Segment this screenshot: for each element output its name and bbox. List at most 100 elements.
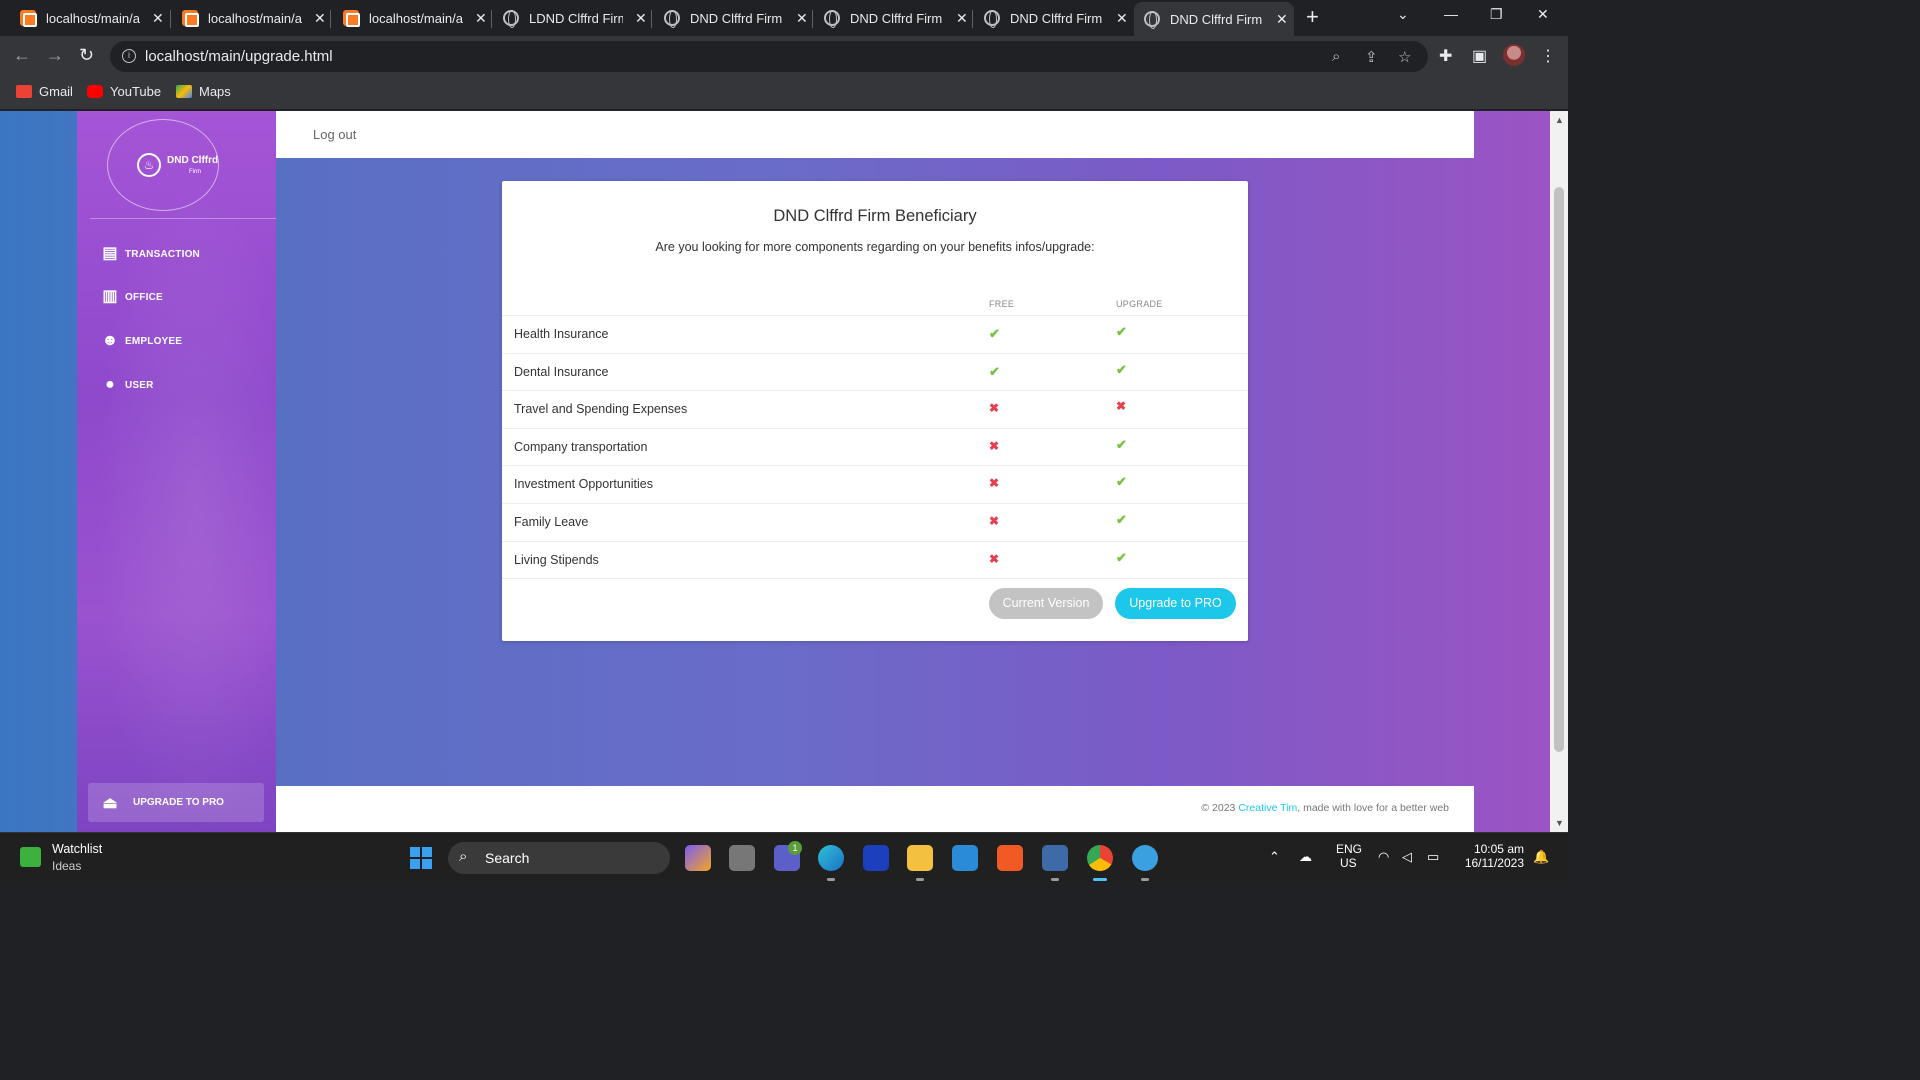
scroll-up-icon[interactable]: ▲ (1555, 115, 1564, 125)
close-icon[interactable]: ✕ (956, 10, 968, 27)
page-viewport: ♨ DND Clffrd Firm ▤ TRANSACTION ▥ OFFICE… (0, 111, 1550, 832)
url-text[interactable]: localhost/main/upgrade.html (145, 48, 333, 65)
features-table: Health Insurance ✔ ✔ Dental Insurance ✔ … (502, 315, 1248, 580)
tab-search-icon[interactable]: ⌄ (1397, 6, 1409, 23)
mysql-workbench-icon[interactable] (1042, 845, 1068, 881)
notification-bell-icon[interactable]: 🔔 (1533, 849, 1549, 865)
tab-title: DND Clffrd Firm (850, 10, 943, 26)
minimize-button[interactable]: — (1444, 6, 1458, 22)
restore-button[interactable]: ❐ (1490, 6, 1503, 23)
bookmark-star-icon[interactable]: ☆ (1398, 48, 1411, 66)
copilot-icon[interactable] (685, 845, 711, 871)
logo[interactable]: ♨ DND Clffrd Firm (107, 119, 219, 211)
vscode-icon[interactable] (952, 845, 978, 871)
new-tab-button[interactable]: + (1306, 6, 1319, 28)
browser-tab[interactable]: localhost/main/a ✕ (182, 2, 332, 34)
close-icon[interactable]: ✕ (314, 10, 326, 27)
extensions-icon[interactable]: ✚ (1439, 46, 1452, 66)
page-scrollbar[interactable]: ▲ ▼ (1550, 111, 1568, 832)
browser-tab[interactable]: localhost/main/a ✕ (343, 2, 493, 34)
browser-tab[interactable]: DND Clffrd Firm ✕ (664, 2, 814, 34)
sidebar-item-transaction[interactable]: ▤ TRANSACTION (101, 245, 200, 263)
wifi-icon[interactable]: ◠ (1378, 849, 1389, 865)
back-button[interactable]: ← (13, 45, 31, 66)
tab-divider (972, 10, 973, 28)
share-icon[interactable]: ⇪ (1365, 48, 1378, 66)
task-view-icon[interactable] (729, 845, 755, 871)
building-icon: ▥ (102, 288, 118, 305)
file-explorer-icon[interactable] (907, 845, 933, 881)
window-close-button[interactable]: ✕ (1537, 6, 1549, 23)
side-panel-icon[interactable]: ▣ (1472, 46, 1487, 66)
bookmark-youtube[interactable]: YouTube (87, 84, 161, 99)
browser-tab[interactable]: localhost/main/a ✕ (20, 2, 170, 34)
browser-tab[interactable]: DND Clffrd Firm ✕ (824, 2, 974, 34)
teams-icon[interactable]: 1 (774, 841, 802, 871)
launcher-icon[interactable] (863, 845, 889, 871)
close-icon[interactable]: ✕ (796, 10, 808, 27)
site-info-icon[interactable]: i (122, 49, 136, 63)
tab-title: localhost/main/a (208, 10, 302, 26)
check-icon: ✔ (989, 326, 1000, 341)
menu-icon[interactable]: ⋮ (1540, 46, 1556, 66)
upgrade-to-pro-button[interactable]: ⏏ UPGRADE TO PRO (88, 783, 264, 822)
edge-icon[interactable] (818, 845, 844, 881)
creative-tim-link[interactable]: Creative Tim (1238, 802, 1297, 814)
address-bar[interactable]: i localhost/main/upgrade.html ⌕ ⇪ ☆ (110, 41, 1428, 72)
reload-button[interactable]: ↻ (79, 45, 94, 66)
table-row: Dental Insurance ✔ ✔ (502, 352, 1248, 391)
windows-start-icon[interactable] (410, 847, 432, 869)
profile-avatar[interactable] (1503, 44, 1525, 66)
widget-subtitle[interactable]: Ideas (52, 859, 81, 873)
brave-icon[interactable] (997, 845, 1023, 871)
upgrade-to-pro-cta[interactable]: Upgrade to PRO (1115, 588, 1236, 619)
sidebar-item-employee[interactable]: ☻ EMPLOYEE (101, 332, 182, 350)
close-icon[interactable]: ✕ (1276, 11, 1288, 28)
bookmark-gmail[interactable]: Gmail (16, 84, 73, 99)
sidebar-item-label: OFFICE (125, 291, 163, 303)
language-indicator[interactable]: ENG US (1336, 842, 1362, 870)
fire-icon: ♨ (137, 153, 161, 177)
browser-tab-active[interactable]: DND Clffrd Firm ✕ (1134, 2, 1294, 36)
forward-button[interactable]: → (46, 45, 64, 66)
newspaper-icon: ▤ (102, 245, 118, 262)
close-icon[interactable]: ✕ (1116, 10, 1128, 27)
battery-icon[interactable]: ▭ (1427, 849, 1439, 865)
table-row: Living Stipends ✖ ✔ (502, 540, 1248, 579)
scrollbar-thumb[interactable] (1554, 187, 1564, 752)
scroll-down-icon[interactable]: ▼ (1555, 818, 1564, 828)
browser-tab[interactable]: LDND Clffrd Firm ✕ (503, 2, 653, 34)
logout-link[interactable]: Log out (313, 127, 356, 142)
taskbar: Watchlist Ideas ⌕ Search 1 ⌃ ☁ ENG US ◠ … (0, 832, 1568, 882)
widget-title[interactable]: Watchlist (52, 842, 102, 856)
check-icon: ✔ (1116, 549, 1127, 565)
chevron-up-icon[interactable]: ⌃ (1269, 849, 1280, 865)
chrome-icon[interactable] (1087, 845, 1113, 881)
xampp-icon (20, 10, 37, 27)
check-icon: ✔ (1116, 361, 1127, 377)
zoom-icon[interactable]: ⌕ (1332, 48, 1340, 65)
close-icon[interactable]: ✕ (152, 10, 164, 27)
sidebar-item-user[interactable]: ● USER (101, 376, 154, 394)
system-clock[interactable]: 10:05 am 16/11/2023 (1458, 842, 1524, 870)
browser-tab[interactable]: DND Clffrd Firm ✕ (984, 2, 1134, 34)
tab-title: DND Clffrd Firm (1010, 10, 1103, 26)
app-icon[interactable] (1132, 845, 1158, 881)
current-version-button[interactable]: Current Version (989, 588, 1103, 619)
sidebar: ♨ DND Clffrd Firm ▤ TRANSACTION ▥ OFFICE… (77, 111, 276, 832)
onedrive-icon[interactable]: ☁ (1299, 849, 1312, 865)
taskbar-search[interactable]: ⌕ Search (448, 842, 670, 874)
close-icon[interactable]: ✕ (635, 10, 647, 27)
search-icon: ⌕ (459, 848, 468, 865)
sidebar-item-office[interactable]: ▥ OFFICE (101, 288, 163, 306)
feature-name: Living Stipends (514, 552, 599, 567)
bookmark-maps[interactable]: Maps (176, 84, 231, 99)
stock-widget-icon[interactable] (20, 847, 41, 867)
feature-name: Family Leave (514, 514, 589, 529)
copyright: © 2023 Creative Tim, made with love for … (1201, 802, 1449, 814)
table-row: Travel and Spending Expenses ✖ ✖ (502, 390, 1248, 428)
copyright-prefix: © 2023 (1201, 802, 1239, 814)
globe-icon (503, 10, 519, 28)
close-icon[interactable]: ✕ (475, 10, 487, 27)
volume-icon[interactable]: ◁ (1402, 849, 1412, 865)
